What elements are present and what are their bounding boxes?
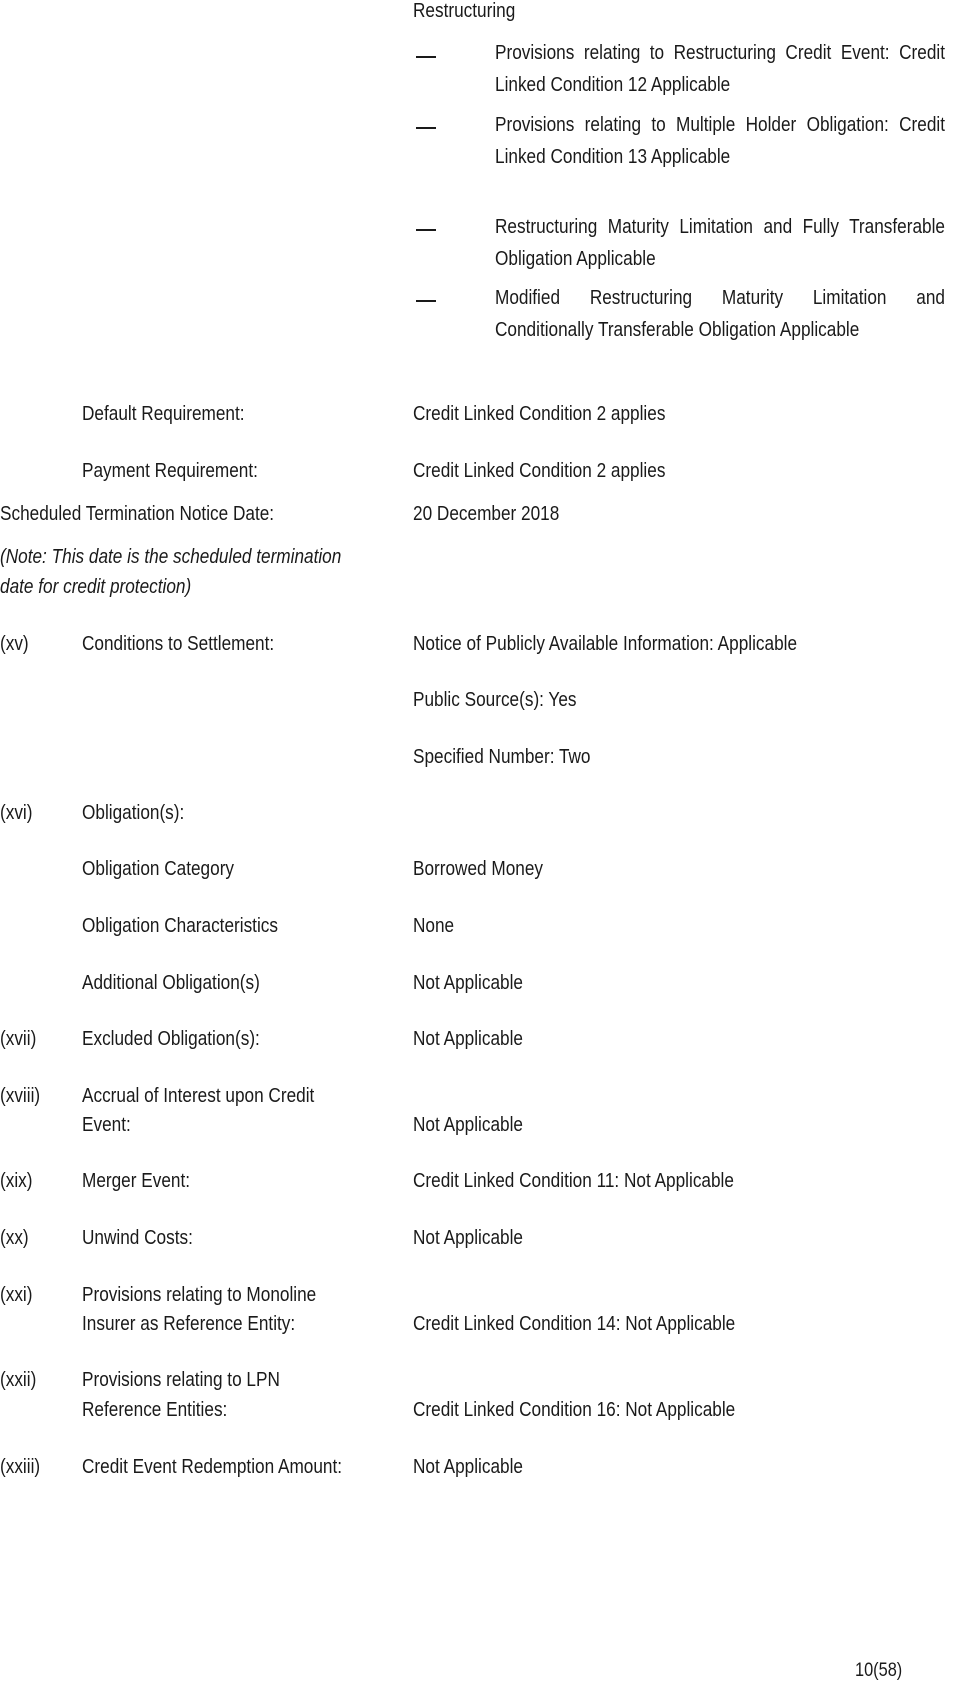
monoline-insurer-label: Provisions relating to Monoline [82, 1284, 317, 1306]
monoline-insurer-label-cont: Insurer as Reference Entity: [82, 1313, 296, 1335]
item-number: (xix) [0, 1170, 33, 1192]
restructuring-bullet: Modified Restructuring Maturity Limitati… [495, 287, 945, 341]
credit-event-redemption-value: Not Applicable [413, 1456, 523, 1478]
item-number: (xxi) [0, 1284, 33, 1306]
lpn-reference-label: Provisions relating to LPN [82, 1369, 280, 1391]
termination-note: date for credit protection) [0, 576, 192, 598]
conditions-to-settlement-label: Conditions to Settlement: [82, 633, 275, 655]
additional-obligations-value: Not Applicable [413, 972, 523, 994]
monoline-insurer-value: Credit Linked Condition 14: Not Applicab… [413, 1313, 736, 1335]
payment-requirement-value: Credit Linked Condition 2 applies [413, 460, 666, 482]
unwind-costs-value: Not Applicable [413, 1227, 523, 1249]
termination-notice-value: 20 December 2018 [413, 503, 560, 525]
item-number: (xvi) [0, 802, 33, 824]
conditions-to-settlement-value: Notice of Publicly Available Information… [413, 633, 798, 655]
termination-notice-label: Scheduled Termination Notice Date: [0, 503, 275, 525]
item-number: (xxii) [0, 1369, 37, 1391]
obligation-category-value: Borrowed Money [413, 858, 544, 880]
credit-event-redemption-label: Credit Event Redemption Amount: [82, 1456, 343, 1478]
restructuring-bullet: Restructuring Maturity Limitation and Fu… [495, 216, 945, 270]
obligation-characteristics-label: Obligation Characteristics [82, 915, 278, 937]
page-number: 10(58) [855, 1660, 903, 1681]
termination-note: (Note: This date is the scheduled termin… [0, 546, 342, 568]
restructuring-bullet: Provisions relating to Multiple Holder O… [495, 114, 945, 168]
item-number: (xxiii) [0, 1456, 41, 1478]
specified-number-value: Specified Number: Two [413, 746, 591, 768]
dash-bullet [416, 229, 436, 231]
merger-event-value: Credit Linked Condition 11: Not Applicab… [413, 1170, 734, 1192]
dash-bullet [416, 127, 436, 129]
obligation-category-label: Obligation Category [82, 858, 235, 880]
additional-obligations-label: Additional Obligation(s) [82, 972, 260, 994]
item-number: (xx) [0, 1227, 29, 1249]
accrual-of-interest-label-cont: Event: [82, 1114, 131, 1136]
public-sources-value: Public Source(s): Yes [413, 689, 577, 711]
accrual-of-interest-label: Accrual of Interest upon Credit [82, 1085, 315, 1107]
lpn-reference-value: Credit Linked Condition 16: Not Applicab… [413, 1399, 736, 1421]
default-requirement-label: Default Requirement: [82, 403, 245, 425]
excluded-obligations-value: Not Applicable [413, 1028, 523, 1050]
obligation-characteristics-value: None [413, 915, 455, 937]
accrual-of-interest-value: Not Applicable [413, 1114, 523, 1136]
unwind-costs-label: Unwind Costs: [82, 1227, 193, 1249]
obligations-label: Obligation(s): [82, 802, 185, 824]
merger-event-label: Merger Event: [82, 1170, 191, 1192]
lpn-reference-label-cont: Reference Entities: [82, 1399, 228, 1421]
item-number: (xvii) [0, 1028, 37, 1050]
item-number: (xv) [0, 633, 29, 655]
excluded-obligations-label: Excluded Obligation(s): [82, 1028, 260, 1050]
dash-bullet [416, 56, 436, 58]
item-number: (xviii) [0, 1085, 41, 1107]
restructuring-bullet: Provisions relating to Restructuring Cre… [495, 42, 945, 96]
payment-requirement-label: Payment Requirement: [82, 460, 258, 482]
default-requirement-value: Credit Linked Condition 2 applies [413, 403, 666, 425]
dash-bullet [416, 300, 436, 302]
restructuring-heading: Restructuring [413, 0, 516, 22]
